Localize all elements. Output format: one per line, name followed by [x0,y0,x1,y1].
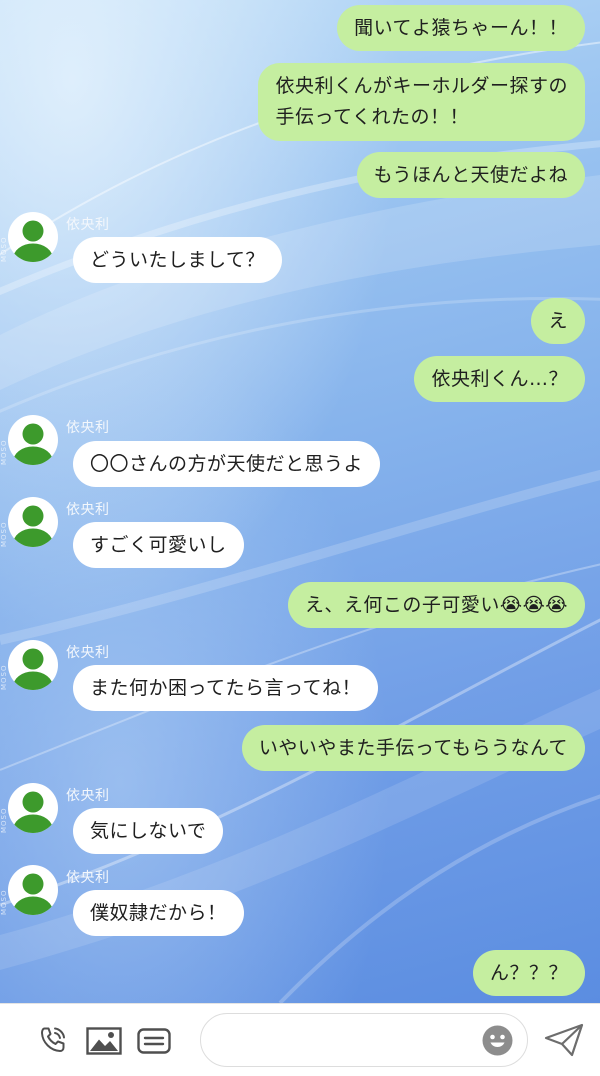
text-menu-icon[interactable] [137,1028,171,1058]
person-avatar-icon [13,505,53,547]
send-icon[interactable] [544,1023,584,1061]
contact-avatar[interactable] [8,212,58,262]
sender-name: 依央利 [66,420,110,436]
avatar-watermark: MOSO [0,807,8,833]
person-avatar-icon [13,873,53,915]
contact-avatar[interactable] [8,497,58,547]
sender-name: 依央利 [66,645,110,661]
incoming-message-bubble: すごく可愛いし [73,522,244,568]
person-avatar-icon [13,220,53,262]
person-avatar-icon [13,423,53,465]
incoming-message-bubble: どういたしまして？ [73,237,282,283]
chat-area[interactable]: 聞いてよ猿ちゃーん！！ 依央利くんがキーホルダー探すの 手伝ってくれたの！！ も… [0,0,600,1003]
incoming-message-bubble: 僕奴隷だから！ [73,890,244,936]
sender-name: 依央利 [66,217,110,233]
contact-avatar[interactable] [8,865,58,915]
outgoing-message-bubble: もうほんと天使だよね [356,152,585,198]
message-field[interactable] [200,1013,528,1068]
incoming-message-bubble: 〇〇さんの方が天使だと思うよ [73,441,381,487]
contact-avatar[interactable] [8,783,58,833]
outgoing-message-bubble: 聞いてよ猿ちゃーん！！ [337,5,585,51]
outgoing-message-bubble: いやいやまた手伝ってもらうなんて [241,725,585,771]
phone-icon[interactable] [38,1025,68,1059]
outgoing-message-bubble: ん？？？ [472,950,585,996]
sender-name: 依央利 [66,502,110,518]
person-avatar-icon [13,791,53,833]
person-avatar-icon [13,648,53,690]
sender-name: 依央利 [66,870,110,886]
avatar-watermark: MOSO [0,439,8,465]
outgoing-message-bubble: 依央利くんがキーホルダー探すの 手伝ってくれたの！！ [258,63,585,141]
avatar-watermark: MOSO [0,889,8,915]
chat-screen: 聞いてよ猿ちゃーん！！ 依央利くんがキーホルダー探すの 手伝ってくれたの！！ も… [0,0,600,1076]
sender-name: 依央利 [66,788,110,804]
avatar-watermark: MOSO [0,236,8,262]
incoming-message-bubble: 気にしないで [73,808,224,854]
avatar-watermark: MOSO [0,664,8,690]
outgoing-message-bubble: 依央利くん…？ [414,356,585,402]
contact-avatar[interactable] [8,415,58,465]
outgoing-message-bubble: え、え何この子可愛い😭😭😭 [287,582,585,628]
outgoing-message-bubble: え [531,298,585,344]
incoming-message-bubble: また何か困ってたら言ってね！ [73,665,379,711]
message-input-bar [0,1003,600,1076]
emoji-icon[interactable] [482,1025,513,1060]
image-icon[interactable] [86,1027,122,1059]
message-input[interactable] [219,1014,473,1068]
avatar-watermark: MOSO [0,521,8,547]
contact-avatar[interactable] [8,640,58,690]
